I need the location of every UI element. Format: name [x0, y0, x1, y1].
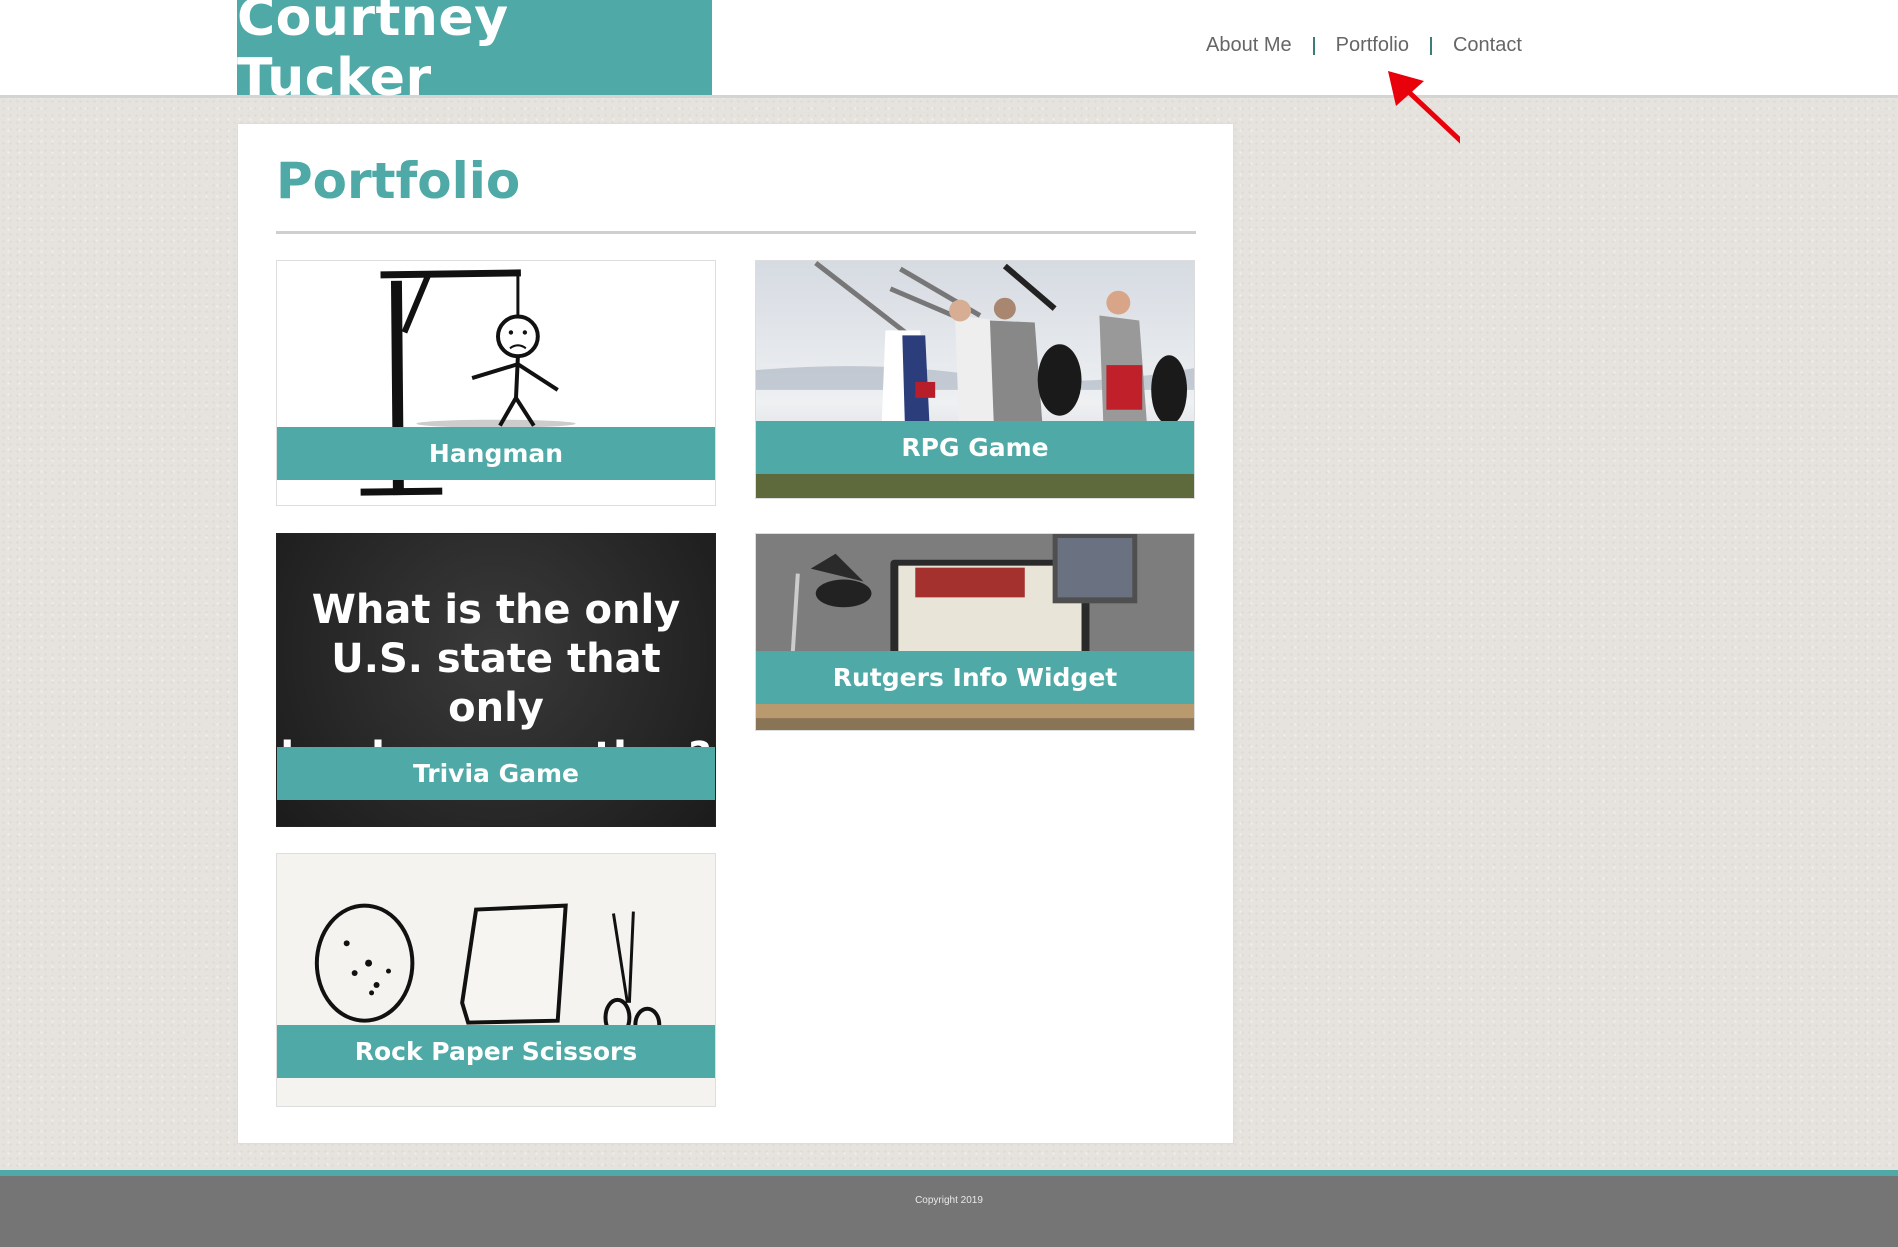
copyright-text: Copyright 2019 — [915, 1195, 983, 1206]
nav-portfolio[interactable]: Portfolio — [1336, 34, 1409, 57]
page-title: Portfolio — [276, 152, 521, 210]
project-label: RPG Game — [756, 421, 1194, 474]
project-label: Rutgers Info Widget — [756, 651, 1194, 704]
top-navbar: Courtney Tucker About Me Portfolio Conta… — [0, 0, 1898, 108]
project-card-hangman[interactable]: Hangman — [276, 260, 716, 506]
project-card-rpg-game[interactable]: RPG Game — [755, 260, 1195, 499]
nav-separator — [1429, 36, 1432, 55]
nav-separator — [1312, 36, 1315, 55]
nav-contact[interactable]: Contact — [1453, 34, 1522, 57]
main-nav: About Me Portfolio Contact — [1206, 34, 1522, 57]
title-divider — [276, 231, 1196, 234]
red-arrow-annotation-icon — [1388, 71, 1460, 144]
project-label: Rock Paper Scissors — [277, 1025, 715, 1078]
site-brand[interactable]: Courtney Tucker — [237, 0, 712, 108]
project-label: Hangman — [277, 427, 715, 480]
portfolio-panel: Portfolio Hangman RPG Game What is the o… — [237, 123, 1234, 1144]
project-label: Trivia Game — [277, 747, 715, 800]
project-card-trivia-game[interactable]: What is the only U.S. state that only bo… — [276, 533, 716, 827]
project-card-rutgers-info-widget[interactable]: Rutgers Info Widget — [755, 533, 1195, 731]
footer-bar — [0, 1170, 1898, 1247]
nav-about-me[interactable]: About Me — [1206, 34, 1292, 57]
project-card-rock-paper-scissors[interactable]: Rock Paper Scissors — [276, 853, 716, 1107]
